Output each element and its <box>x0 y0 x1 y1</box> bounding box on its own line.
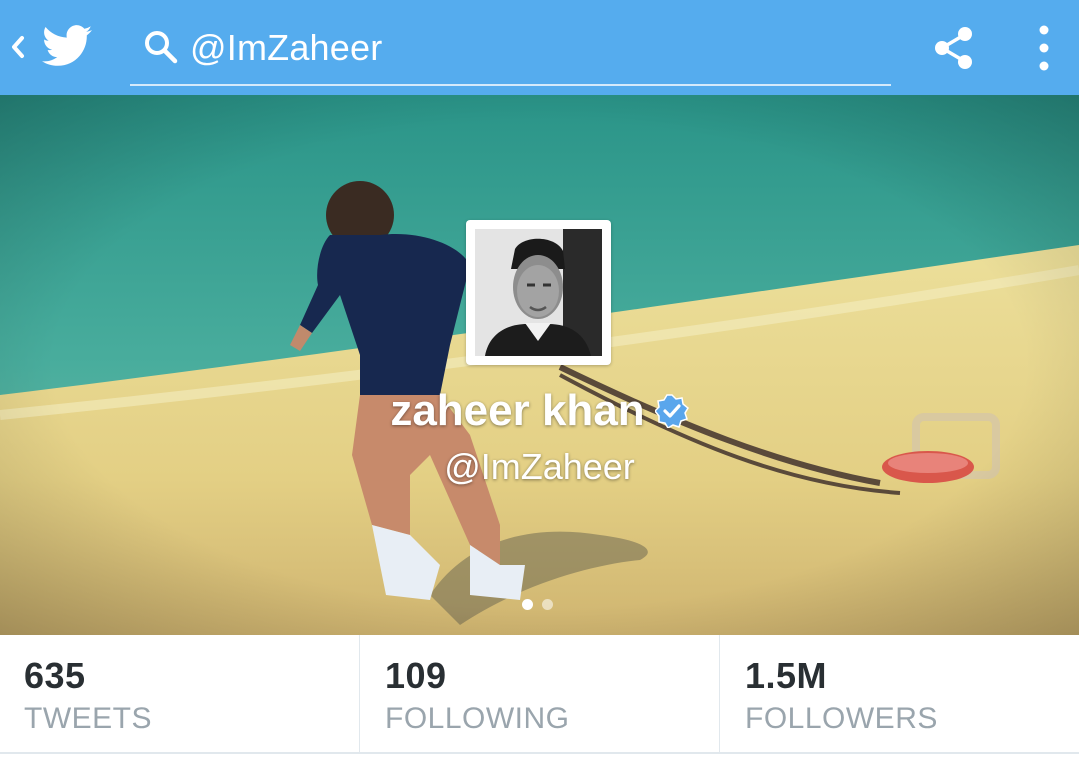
profile-name: zaheer khan <box>390 386 645 435</box>
search-query-text[interactable]: @ImZaheer <box>190 26 382 70</box>
stat-followers[interactable]: 1.5M FOLLOWERS <box>719 635 1079 752</box>
share-button[interactable] <box>928 22 980 74</box>
profile-name-row: zaheer khan <box>0 385 1079 437</box>
chevron-left-icon <box>12 36 24 58</box>
search-icon <box>145 31 178 64</box>
stat-value: 1.5M <box>745 655 828 696</box>
app-bar: @ImZaheer <box>0 0 1079 95</box>
stat-value: 109 <box>385 655 447 696</box>
profile-handle: @ImZaheer <box>444 446 635 487</box>
share-icon <box>935 27 972 69</box>
up-navigation-button[interactable] <box>0 0 104 95</box>
stat-label: TWEETS <box>24 702 152 735</box>
stat-label: FOLLOWING <box>385 702 570 735</box>
search-field[interactable]: @ImZaheer <box>130 14 891 86</box>
profile-header-banner[interactable]: zaheer khan @ImZaheer <box>0 95 1079 635</box>
more-vertical-icon <box>1039 25 1049 71</box>
stat-tweets[interactable]: 635 TWEETS <box>0 635 358 752</box>
profile-photo <box>475 229 602 356</box>
page-dot-active <box>522 599 533 610</box>
verified-badge-icon <box>654 394 689 428</box>
avatar[interactable] <box>466 220 611 365</box>
twitter-bird-icon <box>42 25 92 66</box>
header-page-indicator[interactable] <box>522 599 562 611</box>
profile-stats: 635 TWEETS 109 FOLLOWING 1.5M FOLLOWERS <box>0 635 1079 754</box>
overflow-menu-button[interactable] <box>1022 20 1066 76</box>
page-dot-inactive <box>542 599 553 610</box>
stat-value: 635 <box>24 655 86 696</box>
stat-label: FOLLOWERS <box>745 702 938 735</box>
stat-following[interactable]: 109 FOLLOWING <box>359 635 719 752</box>
header-photo <box>0 95 1079 635</box>
